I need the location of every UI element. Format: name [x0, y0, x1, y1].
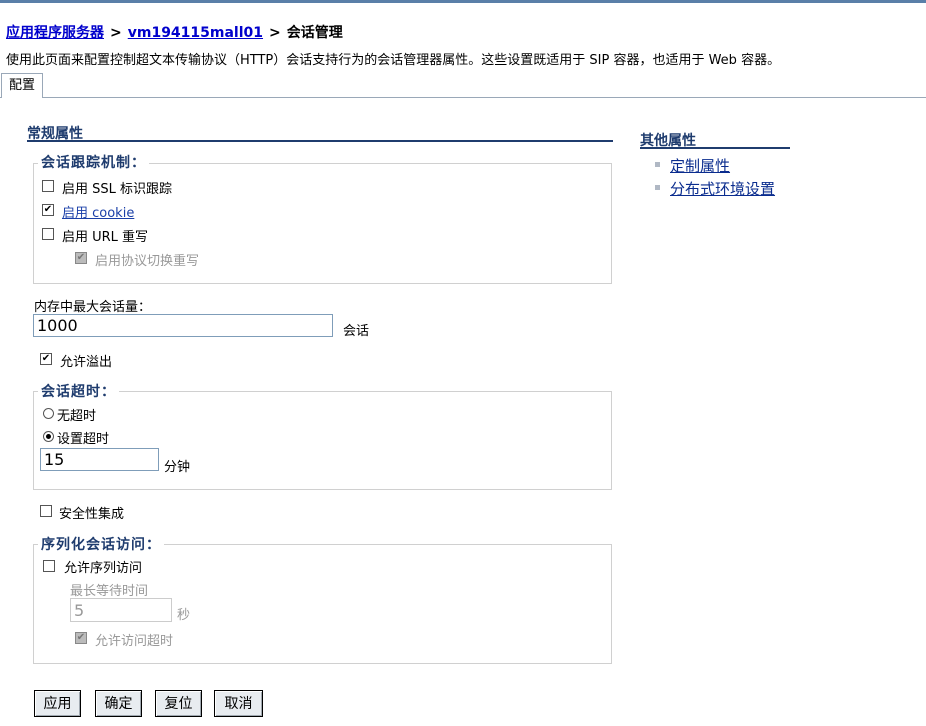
other-properties-underline [640, 147, 790, 149]
breadcrumb-separator: > [110, 25, 122, 41]
no-timeout-radio[interactable] [43, 408, 54, 419]
allow-access-timeout-checkbox [75, 632, 87, 644]
tab-configuration[interactable]: 配置 [1, 73, 44, 98]
page-description: 使用此页面来配置控制超文本传输协议（HTTP）会话支持行为的会话管理器属性。这些… [6, 53, 781, 68]
serialized-access-legend: 序列化会话访问： [38, 534, 164, 554]
top-border [0, 0, 926, 3]
cancel-button[interactable]: 取消 [214, 690, 263, 717]
cookie-checkbox[interactable] [42, 204, 54, 216]
allow-overflow-checkbox[interactable] [40, 353, 52, 365]
timeout-minutes-input[interactable] [40, 448, 159, 471]
url-rewrite-label: 启用 URL 重写 [62, 230, 149, 245]
tab-divider [0, 97, 926, 98]
allow-serial-access-label: 允许序列访问 [64, 561, 143, 576]
bullet-icon [655, 162, 660, 167]
protocol-switch-checkbox [75, 252, 87, 264]
distributed-environment-link[interactable]: 分布式环境设置 [670, 178, 775, 199]
reset-button[interactable]: 复位 [155, 690, 202, 717]
session-timeout-legend: 会话超时： [38, 381, 119, 401]
protocol-switch-label: 启用协议切换重写 [95, 254, 200, 269]
max-sessions-label: 内存中最大会话量： [34, 300, 152, 315]
apply-button[interactable]: 应用 [34, 690, 81, 717]
session-timeout-group [33, 391, 612, 490]
max-wait-unit: 秒 [177, 608, 191, 623]
ssl-tracking-checkbox[interactable] [42, 180, 54, 192]
session-tracking-legend: 会话跟踪机制： [38, 152, 149, 172]
max-wait-input [70, 598, 172, 622]
allow-overflow-label: 允许溢出 [60, 355, 113, 370]
max-sessions-input[interactable] [33, 314, 333, 337]
security-integration-label: 安全性集成 [59, 507, 125, 522]
ssl-tracking-label: 启用 SSL 标识跟踪 [62, 182, 173, 197]
max-wait-label: 最长等待时间 [70, 584, 149, 599]
ok-button[interactable]: 确定 [95, 690, 142, 717]
max-sessions-unit: 会话 [343, 324, 370, 339]
security-integration-checkbox[interactable] [40, 505, 52, 517]
breadcrumb-root-link[interactable]: 应用程序服务器 [6, 25, 104, 41]
breadcrumb-separator: > [269, 25, 281, 41]
allow-access-timeout-label: 允许访问超时 [95, 634, 174, 649]
url-rewrite-checkbox[interactable] [42, 228, 54, 240]
no-timeout-label: 无超时 [57, 409, 97, 424]
set-timeout-radio[interactable] [43, 431, 54, 442]
custom-properties-link[interactable]: 定制属性 [670, 155, 730, 176]
set-timeout-label: 设置超时 [57, 432, 110, 447]
bullet-icon [655, 185, 660, 190]
cookie-link[interactable]: 启用 cookie [62, 202, 134, 221]
timeout-minutes-unit: 分钟 [164, 460, 191, 475]
breadcrumb-server-link[interactable]: vm194115mall01 [128, 25, 263, 41]
general-properties-underline [27, 140, 613, 142]
breadcrumb-current: 会话管理 [286, 25, 343, 41]
allow-serial-access-checkbox[interactable] [43, 560, 55, 572]
breadcrumb: 应用程序服务器 > vm194115mall01 > 会话管理 [6, 22, 343, 42]
